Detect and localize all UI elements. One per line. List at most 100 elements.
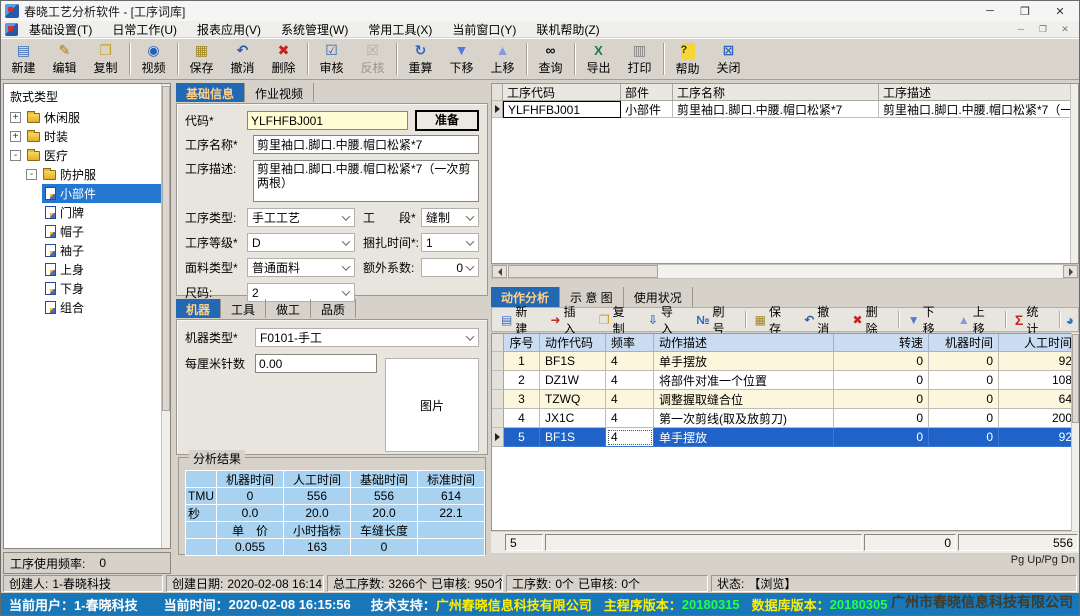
tree-item-medical[interactable]: -医疗 bbox=[4, 146, 170, 165]
audit-icon: ☑ bbox=[325, 42, 338, 59]
tree-item-fashion[interactable]: +时装 bbox=[4, 127, 170, 146]
tree-item-casual[interactable]: +休闲服 bbox=[4, 108, 170, 127]
export-button[interactable]: X导出 bbox=[578, 39, 619, 79]
tab-basic-info[interactable]: 基础信息 bbox=[176, 83, 245, 102]
scroll-right-icon[interactable] bbox=[1063, 265, 1078, 278]
video-button[interactable]: ◉视频 bbox=[133, 39, 174, 79]
action-row-selected[interactable]: 5 BF1S 4 单手摆放 0 0 92 bbox=[492, 428, 1078, 447]
ready-button[interactable]: 准备 bbox=[415, 110, 479, 131]
fabric-type-select[interactable]: 普通面料 bbox=[247, 258, 355, 277]
scroll-thumb[interactable] bbox=[508, 265, 658, 278]
help-button[interactable]: ?帮助 bbox=[667, 39, 708, 79]
close-window-button[interactable]: ⊠关闭 bbox=[708, 39, 749, 79]
process-desc-input[interactable]: 剪里袖口.脚口.中腰.帽口松紧*7（一次剪两根） bbox=[253, 160, 479, 202]
segment-select[interactable]: 缝制 bbox=[421, 208, 479, 227]
query-button[interactable]: ∞查询 bbox=[530, 39, 571, 79]
scroll-left-icon[interactable] bbox=[492, 265, 507, 278]
tab-machine[interactable]: 机器 bbox=[176, 299, 221, 318]
tab-tool[interactable]: 工具 bbox=[221, 299, 266, 318]
action-delete-button[interactable]: ✖删除 bbox=[848, 310, 894, 330]
machine-type-label: 机器类型* bbox=[185, 329, 255, 346]
close-icon[interactable]: ✕ bbox=[1045, 5, 1075, 18]
move-down-button[interactable]: ▼下移 bbox=[441, 39, 482, 79]
action-row[interactable]: 2 DZ1W 4 将部件对准一个位置 0 0 108 bbox=[492, 371, 1078, 390]
tree-item-lower-body[interactable]: 下身 bbox=[4, 279, 170, 298]
move-up-button[interactable]: ▲上移 bbox=[482, 39, 523, 79]
extra-factor-select[interactable]: 0 bbox=[421, 258, 479, 277]
machine-type-select[interactable]: F0101-手工 bbox=[255, 328, 479, 347]
menu-basic-settings[interactable]: 基础设置(T) bbox=[20, 21, 101, 38]
action-row[interactable]: 4 JX1C 4 第一次剪线(取及放剪刀) 0 0 200 bbox=[492, 409, 1078, 428]
copy-button[interactable]: ❐复制 bbox=[85, 39, 126, 79]
mdi-restore-icon[interactable]: ❐ bbox=[1033, 24, 1053, 35]
print-button[interactable]: ▥打印 bbox=[619, 39, 660, 79]
tree-scrollbar[interactable] bbox=[161, 84, 170, 548]
expand-icon[interactable]: + bbox=[10, 131, 21, 142]
mdi-close-icon[interactable]: ✕ bbox=[1055, 24, 1075, 35]
grade-select[interactable]: D bbox=[247, 233, 355, 252]
action-new-button[interactable]: ▤新建 bbox=[496, 310, 544, 330]
tab-workmanship[interactable]: 做工 bbox=[266, 299, 311, 318]
collapse-icon[interactable]: - bbox=[10, 150, 21, 161]
action-table-scrollbar[interactable] bbox=[1071, 333, 1079, 531]
mdi-minimize-icon[interactable]: ─ bbox=[1011, 24, 1031, 34]
tab-quality[interactable]: 品质 bbox=[311, 299, 356, 318]
exit-icon: ⊠ bbox=[723, 42, 735, 59]
edit-button[interactable]: ✎编辑 bbox=[44, 39, 85, 79]
process-type-select[interactable]: 手工工艺 bbox=[247, 208, 355, 227]
analysis-result-table: 机器时间 人工时间 基础时间 标准时间 TMU 0 556 556 614 秒 … bbox=[185, 470, 485, 556]
table-row[interactable]: YLFHFBJ001 小部件 剪里袖口.脚口.中腰.帽口松紧*7 剪里袖口.脚口… bbox=[492, 101, 1078, 118]
minimize-icon[interactable]: ─ bbox=[975, 5, 1005, 17]
menu-daily-work[interactable]: 日常工作(U) bbox=[103, 21, 186, 38]
expand-icon[interactable]: + bbox=[10, 112, 21, 123]
menu-current-window[interactable]: 当前窗口(Y) bbox=[443, 21, 525, 38]
action-move-down-button[interactable]: ▼下移 bbox=[903, 310, 951, 330]
action-row[interactable]: 1 BF1S 4 单手摆放 0 0 92 bbox=[492, 352, 1078, 371]
delete-button[interactable]: ✖删除 bbox=[263, 39, 304, 79]
tree-item-upper-body[interactable]: 上身 bbox=[4, 260, 170, 279]
pie-chart-icon[interactable]: ◕ bbox=[1066, 312, 1074, 328]
action-undo-button[interactable]: ↶撤消 bbox=[799, 310, 845, 330]
labor-time-total: 556 bbox=[958, 534, 1078, 551]
action-copy-button[interactable]: ❐复制 bbox=[594, 310, 641, 330]
copy-icon: ❐ bbox=[99, 42, 112, 59]
tab-work-video[interactable]: 作业视频 bbox=[245, 83, 314, 102]
support-label: 技术支持： bbox=[371, 595, 436, 614]
tree-item-protective[interactable]: -防护服 bbox=[4, 165, 170, 184]
menu-reports[interactable]: 报表应用(V) bbox=[188, 21, 270, 38]
menu-tools[interactable]: 常用工具(X) bbox=[359, 21, 441, 38]
action-statistics-button[interactable]: Σ统计 bbox=[1010, 310, 1055, 330]
action-renumber-button[interactable]: №刷号 bbox=[691, 310, 741, 330]
tree-item-sleeve[interactable]: 袖子 bbox=[4, 241, 170, 260]
audit-button[interactable]: ☑审核 bbox=[311, 39, 352, 79]
menu-help[interactable]: 联机帮助(Z) bbox=[527, 21, 608, 38]
menu-system[interactable]: 系统管理(W) bbox=[272, 21, 357, 38]
tree-item-small-parts[interactable]: 小部件 bbox=[4, 184, 170, 203]
stitches-per-cm-input[interactable]: 0.00 bbox=[255, 354, 377, 373]
action-save-button[interactable]: ▦保存 bbox=[750, 310, 798, 330]
tree-item-hat[interactable]: 帽子 bbox=[4, 222, 170, 241]
action-row[interactable]: 3 TZWQ 4 调整握取缝合位 0 0 64 bbox=[492, 390, 1078, 409]
process-list-table: 工序代码 部件 工序名称 工序描述 YLFHFBJ001 小部件 剪里袖口.脚口… bbox=[491, 83, 1079, 264]
collapse-icon[interactable]: - bbox=[26, 169, 37, 180]
menu-bar: 基础设置(T) 日常工作(U) 报表应用(V) 系统管理(W) 常用工具(X) … bbox=[1, 21, 1079, 38]
process-table-scrollbar[interactable] bbox=[1070, 84, 1078, 263]
restore-icon[interactable]: ❐ bbox=[1010, 5, 1040, 18]
tree-item-combination[interactable]: 组合 bbox=[4, 298, 170, 317]
code-input[interactable]: YLFHFBJ001 bbox=[247, 111, 408, 130]
undo-button[interactable]: ↶撤消 bbox=[222, 39, 263, 79]
action-move-up-button[interactable]: ▲上移 bbox=[953, 310, 1001, 330]
new-button[interactable]: ▤新建 bbox=[3, 39, 44, 79]
action-insert-button[interactable]: ➜插入 bbox=[546, 310, 592, 330]
renumber-icon: № bbox=[696, 313, 709, 327]
folder-icon bbox=[43, 170, 56, 180]
tree-item-door-plate[interactable]: 门牌 bbox=[4, 203, 170, 222]
save-button[interactable]: ▦保存 bbox=[181, 39, 222, 79]
process-table-hscrollbar[interactable] bbox=[491, 264, 1079, 279]
undo-icon: ↶ bbox=[237, 42, 249, 59]
bundle-time-select[interactable]: 1 bbox=[421, 233, 479, 252]
process-name-input[interactable]: 剪里袖口.脚口.中腰.帽口松紧*7 bbox=[253, 135, 479, 154]
frequency-editor[interactable]: 4 bbox=[606, 428, 654, 447]
action-import-button[interactable]: ⇩导入 bbox=[643, 310, 689, 330]
recalculate-button[interactable]: ↻重算 bbox=[400, 39, 441, 79]
